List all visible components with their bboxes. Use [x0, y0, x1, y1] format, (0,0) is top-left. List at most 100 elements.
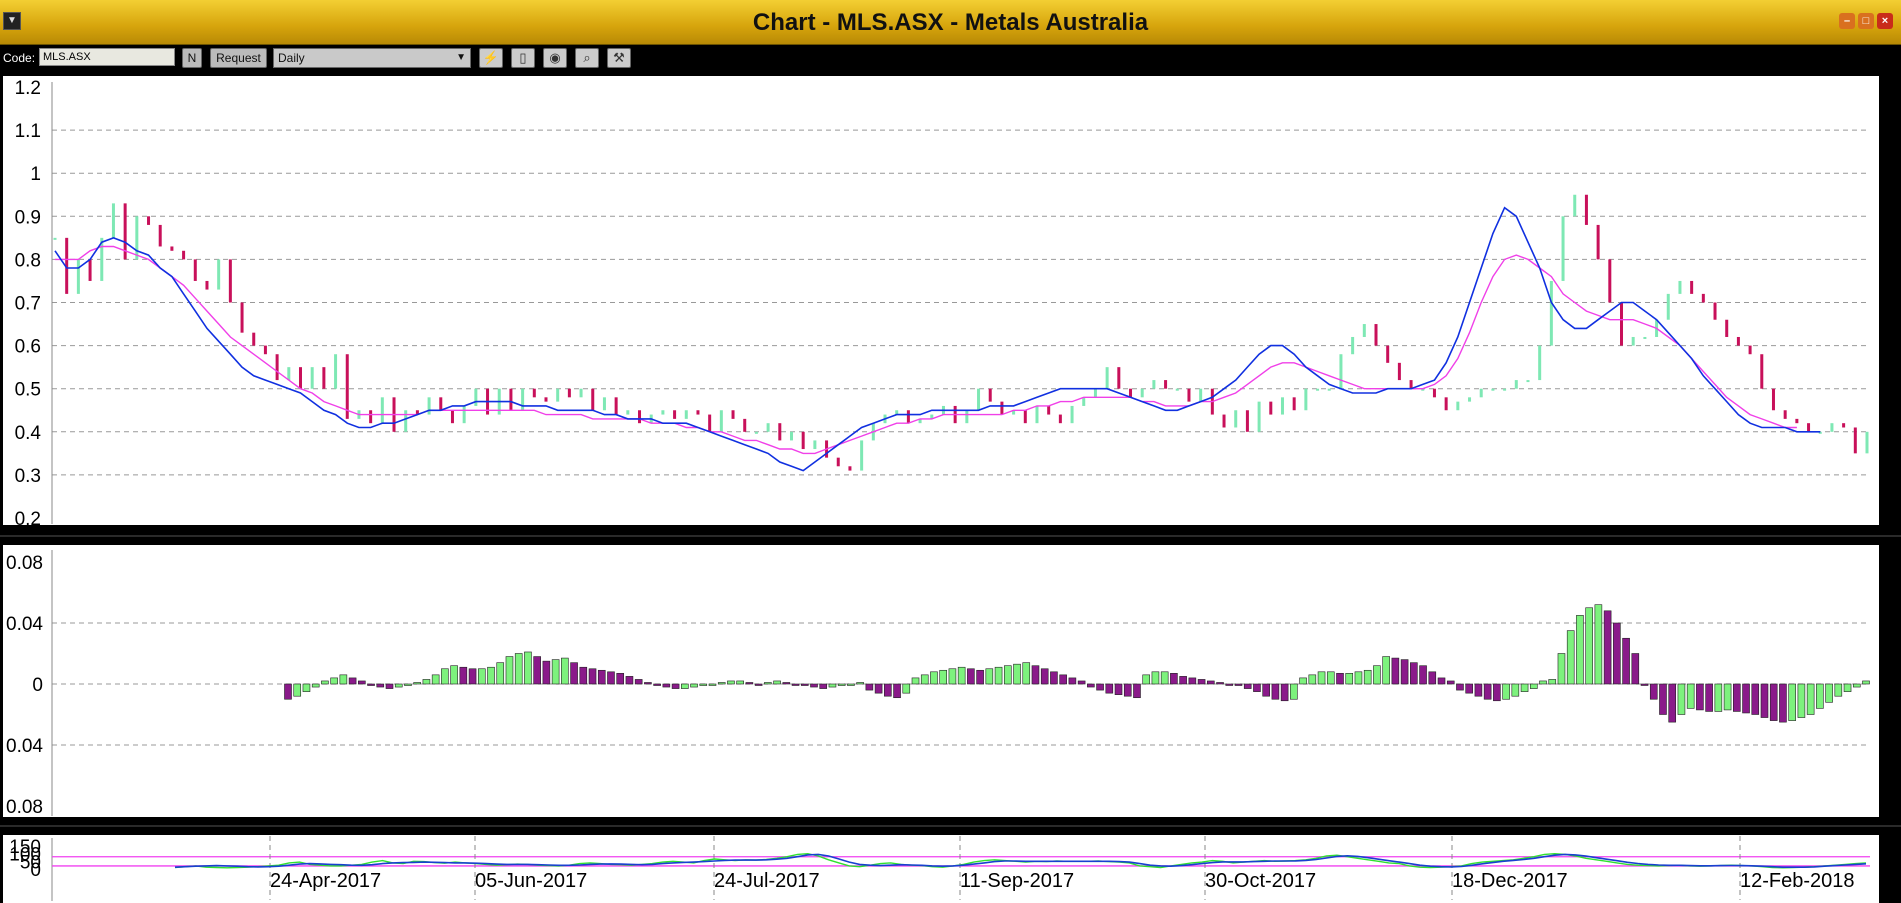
hist-bar	[727, 680, 735, 685]
hist-bar	[284, 683, 292, 700]
window-title: Chart - MLS.ASX - Metals Australia	[752, 9, 1149, 36]
hist-bar	[1613, 622, 1621, 685]
hist-bar	[607, 671, 615, 685]
price-bar	[1152, 380, 1156, 389]
minimize-icon[interactable]: –	[1839, 13, 1855, 29]
n-button[interactable]: N	[182, 48, 202, 68]
price-bar	[977, 388, 981, 411]
price-bar	[135, 216, 139, 260]
title-bar[interactable]: ▼ Chart - MLS.ASX - Metals Australia – □…	[0, 0, 1901, 45]
price-bar	[158, 224, 162, 247]
tools-icon[interactable]: ⚒	[607, 48, 631, 68]
price-bar	[1526, 380, 1530, 383]
hist-bar	[1585, 607, 1593, 685]
price-bar	[1234, 410, 1238, 428]
hist-bar	[1013, 663, 1021, 685]
price-bar	[1257, 401, 1261, 432]
hist-bar	[957, 666, 966, 685]
price-bar	[1316, 388, 1320, 391]
hist-bar	[1483, 683, 1492, 700]
hist-bar	[791, 683, 800, 686]
hist-bar	[376, 683, 385, 688]
price-bar	[1117, 367, 1121, 389]
price-bar	[369, 410, 373, 424]
price-bar	[1725, 319, 1729, 337]
price-bar	[252, 332, 256, 346]
hist-bar	[1677, 683, 1686, 715]
period-select[interactable]: Daily ▼	[273, 48, 471, 68]
price-bar	[287, 367, 291, 381]
price-bar	[1853, 427, 1857, 454]
price-bar	[848, 466, 852, 471]
date-tick-label: 24-Apr-2017	[270, 870, 381, 892]
price-bar	[743, 418, 747, 432]
hist-bar	[662, 683, 671, 688]
price-bar	[217, 259, 221, 290]
hist-bar	[856, 682, 864, 685]
hist-bar	[1077, 680, 1086, 685]
color-icon[interactable]: ◉	[543, 48, 567, 68]
zoom-icon[interactable]: ⌕	[575, 48, 599, 68]
hist-bar	[404, 683, 412, 686]
hist-bar	[1474, 683, 1483, 697]
price-bar	[76, 259, 80, 294]
period-value: Daily	[278, 51, 305, 65]
hist-bar	[1520, 683, 1529, 692]
hist-bar	[551, 659, 560, 685]
price-tick-label: 0.3	[15, 466, 41, 487]
hist-bar	[1317, 671, 1326, 685]
maximize-icon[interactable]: □	[1858, 13, 1874, 29]
price-bar	[754, 431, 758, 434]
hist-bar	[1363, 669, 1372, 685]
price-panel	[3, 76, 1879, 525]
price-bar	[778, 423, 782, 441]
price-bar	[1666, 293, 1670, 320]
chevron-down-icon: ▼	[456, 52, 466, 63]
price-bar	[1164, 380, 1168, 389]
indicator-icon[interactable]: ⚡	[479, 48, 503, 68]
price-bar	[322, 367, 326, 389]
hist-bar	[358, 680, 366, 685]
price-bar	[1620, 302, 1624, 346]
price-bar	[684, 410, 688, 419]
hist-bar	[625, 676, 634, 685]
hist-bar	[459, 666, 468, 685]
price-bar	[614, 397, 618, 415]
hist-bar	[1576, 615, 1584, 685]
page-icon[interactable]: ▯	[511, 48, 535, 68]
price-bar	[1351, 336, 1355, 355]
hist-bar	[754, 683, 763, 686]
price-bar	[1830, 423, 1834, 432]
hist-bar	[450, 665, 458, 685]
hist-bar	[1197, 679, 1206, 685]
hist-bar	[1529, 683, 1538, 689]
hist-bar	[1087, 683, 1095, 688]
price-bar	[263, 345, 267, 355]
price-tick-label: 0.8	[15, 250, 41, 271]
hist-bar	[1003, 665, 1012, 685]
hist-bar	[1437, 677, 1446, 685]
price-bar	[1000, 401, 1004, 415]
price-bar	[673, 410, 677, 419]
hist-bar	[1179, 676, 1187, 685]
hist-bar	[570, 662, 578, 685]
hist-bar	[1308, 674, 1317, 685]
hist-bar	[1243, 683, 1252, 689]
hist-bar	[1428, 671, 1437, 685]
hist-bar	[1603, 610, 1612, 685]
hist-tick-label: 0.04	[6, 736, 43, 757]
hist-bar	[708, 683, 717, 686]
request-button[interactable]: Request	[210, 48, 267, 68]
hist-bar	[1649, 683, 1658, 700]
price-bar	[147, 216, 151, 225]
code-input[interactable]	[39, 48, 175, 66]
close-icon[interactable]: ×	[1877, 13, 1893, 29]
price-bar	[509, 388, 513, 411]
hist-bar	[1493, 683, 1501, 702]
hist-bar	[1631, 653, 1640, 685]
price-bar	[1795, 418, 1799, 424]
hist-bar	[1456, 683, 1464, 691]
hist-bar	[1345, 673, 1354, 685]
chart-area[interactable]: 1.2 1.1 1 0.9 0.8 0.7 0.6 0.5 0.4 0.3 0.2 0.08 0.04…	[0, 72, 1901, 903]
hist-bar	[1465, 683, 1473, 694]
